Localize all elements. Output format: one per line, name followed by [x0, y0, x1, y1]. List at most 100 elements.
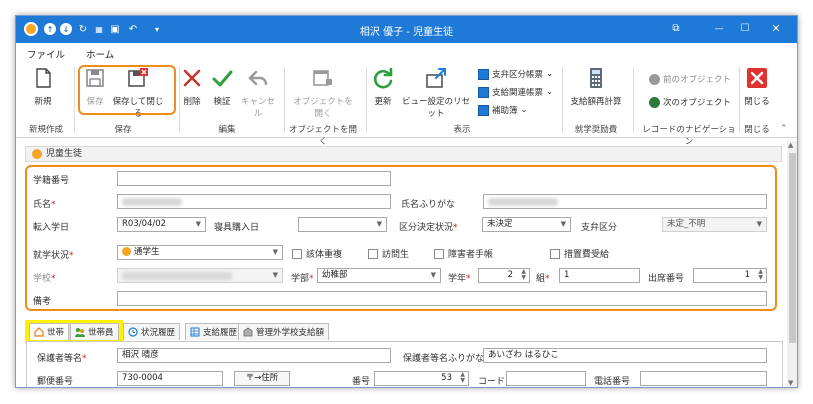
checkbox-box[interactable]	[550, 248, 560, 259]
category-status-value: 未決定	[487, 219, 513, 229]
report-payment-label: 支給関連帳票	[492, 88, 544, 98]
school-icon	[243, 327, 253, 337]
student-number-input[interactable]	[117, 171, 391, 186]
next-object-button[interactable]: 次のオブジェクト	[649, 96, 731, 108]
report-icon	[478, 68, 489, 80]
visit-checkbox[interactable]: 訪問生	[368, 247, 409, 260]
redacted-value	[122, 198, 182, 206]
house-number-stepper[interactable]: 53 ▲ ▼	[374, 371, 469, 386]
report-payer-label: 支弁区分帳票	[492, 70, 544, 80]
new-button[interactable]: 新規	[28, 66, 58, 107]
class-input[interactable]: 1	[559, 268, 640, 283]
duplicate-checkbox[interactable]: 該体重複	[292, 247, 342, 260]
measures-checkbox[interactable]: 措置費受給	[550, 247, 609, 260]
tab-payment-history[interactable]: 支給履歴	[185, 323, 243, 340]
school-label: 学校*	[33, 274, 56, 284]
department-label: 学部*	[291, 274, 314, 284]
transfer-date-label: 転入学日	[33, 223, 70, 233]
name-input[interactable]	[117, 194, 391, 209]
close-button[interactable]: 閉じる	[742, 66, 772, 107]
department-value: 幼稚部	[322, 270, 348, 280]
stepper-arrows-icon[interactable]: ▲ ▼	[460, 372, 465, 384]
verify-button[interactable]: 検証	[209, 66, 235, 107]
reset-view-button[interactable]: ビュー設定のリセット	[400, 66, 472, 119]
chevron-down-icon[interactable]: ▼	[273, 246, 278, 259]
chevron-down-icon[interactable]: ▼	[561, 218, 566, 231]
department-select[interactable]: 幼稚部 ▼	[317, 268, 441, 283]
refresh-button[interactable]: 更新	[369, 66, 397, 107]
ledger-button[interactable]: 補助簿 ⌄	[478, 104, 528, 116]
tab-status-history[interactable]: 状況履歴	[123, 323, 181, 340]
tab-external-school[interactable]: 管理外学校支給額	[238, 323, 330, 340]
guardian-kana-input[interactable]: あいざわ はるひこ	[483, 348, 767, 363]
chevron-down-icon: ⌄	[546, 69, 554, 79]
chevron-down-icon[interactable]: ▼	[196, 218, 201, 231]
bedding-date-label: 寝具購入日	[214, 223, 260, 233]
delete-button[interactable]: 削除	[180, 66, 204, 107]
code-input[interactable]	[506, 371, 586, 386]
name-kana-input[interactable]	[483, 194, 767, 209]
measures-label: 措置費受給	[564, 250, 610, 260]
transfer-date-value: R03/04/02	[122, 219, 167, 229]
calculator-icon	[590, 68, 602, 88]
scrollbar-thumb[interactable]	[789, 153, 796, 343]
transfer-date-input[interactable]: R03/04/02 ▼	[117, 217, 206, 232]
zip-to-address-button[interactable]: 〒→住所	[234, 371, 290, 386]
school-select[interactable]: ▼	[117, 268, 283, 283]
chevron-down-icon: ▼	[272, 271, 278, 279]
down-arrow-circle-icon	[649, 96, 660, 108]
tab-household-members[interactable]: 世帯員	[70, 323, 119, 340]
disability-label: 障害者手帳	[448, 250, 494, 260]
stepper-arrows-icon[interactable]: ▲ ▼	[521, 269, 526, 281]
group-label-close: 閉じる	[744, 125, 770, 135]
guardian-kana-value: あいざわ はるひこ	[488, 350, 559, 360]
cancel-button[interactable]: キャンセル	[238, 66, 278, 119]
chevron-down-icon[interactable]: ▼	[377, 218, 382, 231]
prev-object-button[interactable]: 前のオブジェクト	[649, 73, 731, 85]
checkbox-box[interactable]	[434, 248, 444, 259]
report-icon	[478, 104, 489, 116]
disability-checkbox[interactable]: 障害者手帳	[434, 247, 493, 260]
chevron-down-icon[interactable]: ▼	[431, 269, 436, 282]
refresh-button-label: 更新	[374, 97, 392, 107]
maximize-button[interactable]: ☐	[730, 19, 760, 39]
payer-select[interactable]: 未定_不明 ▼	[662, 217, 767, 232]
grade-label: 学年*	[448, 274, 471, 284]
bedding-date-input[interactable]: ▼	[298, 217, 387, 232]
scroll-up-icon[interactable]: ▲	[788, 141, 793, 149]
notes-input[interactable]	[117, 291, 767, 306]
ledger-label: 補助簿	[492, 106, 518, 116]
recalc-button[interactable]: 支給額再計算	[567, 66, 625, 107]
restore-button[interactable]: ⧉	[661, 19, 691, 39]
group-label-open: オブジェクトを開く	[288, 125, 357, 147]
cancel-button-label: キャンセル	[240, 97, 275, 119]
category-status-select[interactable]: 未決定 ▼	[482, 217, 571, 232]
payer-value: 未定_不明	[667, 219, 706, 229]
group-label-edit: 編集	[218, 125, 236, 135]
vertical-scrollbar[interactable]: ▲ ▼	[787, 141, 797, 387]
report-payment-button[interactable]: 支給関連帳票 ⌄	[478, 86, 553, 98]
checkbox-box[interactable]	[292, 248, 302, 259]
seat-number-stepper[interactable]: 1 ▲ ▼	[693, 268, 767, 283]
close-window-button[interactable]: ✕	[761, 19, 791, 39]
payer-label: 支弁区分	[581, 223, 618, 233]
checkbox-box[interactable]	[368, 248, 378, 259]
open-object-button[interactable]: オブジェクトを開く	[290, 66, 356, 119]
tab-file[interactable]: ファイル	[27, 47, 65, 61]
grade-stepper[interactable]: 2 ▲ ▼	[478, 268, 530, 283]
tab-payment-history-label: 支給履歴	[203, 328, 238, 338]
collapse-ribbon-icon[interactable]: ⌃	[780, 124, 788, 134]
phone-input[interactable]	[640, 371, 767, 386]
attendance-select[interactable]: 通学生 ▼	[117, 245, 283, 260]
guardian-input[interactable]: 相沢 晴彦	[117, 348, 391, 363]
notes-label: 備考	[33, 297, 52, 307]
duplicate-label: 該体重複	[306, 250, 343, 260]
report-payer-button[interactable]: 支弁区分帳票 ⌄	[478, 68, 553, 80]
zip-label: 郵便番号	[37, 377, 74, 387]
window-open-icon	[313, 70, 332, 86]
zip-input[interactable]: 730-0004	[117, 371, 223, 386]
stepper-arrows-icon[interactable]: ▲ ▼	[758, 269, 763, 281]
scroll-down-icon[interactable]: ▼	[788, 379, 793, 387]
tab-household[interactable]: 世帯	[29, 323, 70, 340]
category-status-label: 区分決定状況*	[399, 223, 458, 233]
